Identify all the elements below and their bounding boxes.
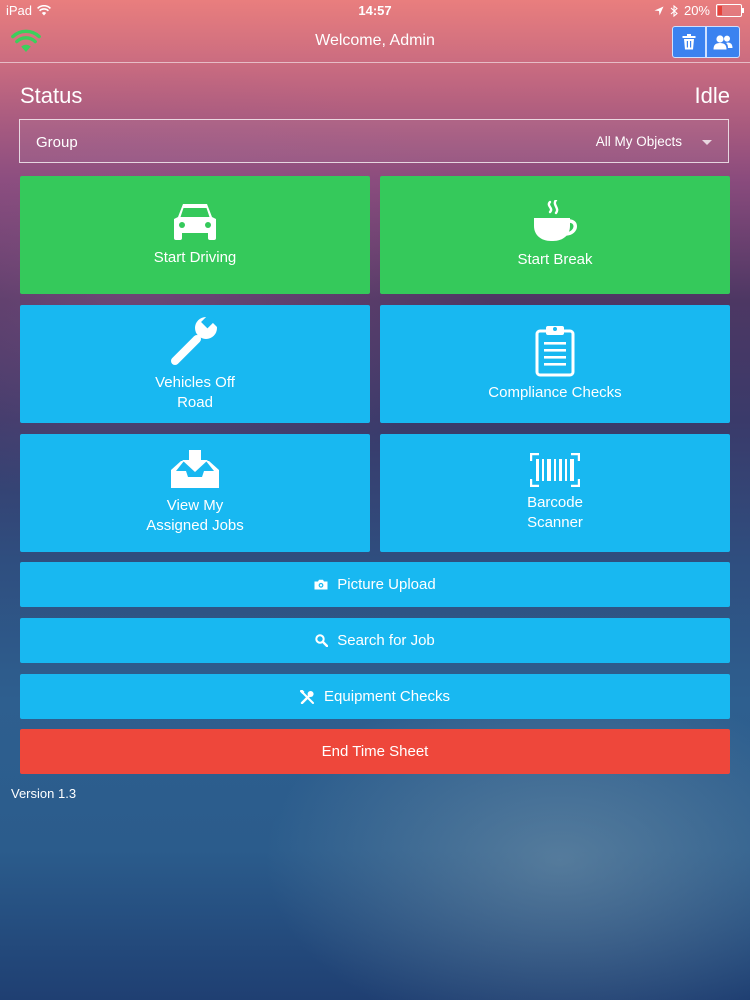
end-time-sheet-button[interactable]: End Time Sheet <box>20 729 730 774</box>
status-bar-right: 20% <box>654 3 744 18</box>
status-bar: iPad 14:57 20% <box>0 0 750 22</box>
users-button[interactable] <box>706 26 740 58</box>
tools-icon <box>300 689 315 704</box>
compliance-checks-button[interactable]: Compliance Checks <box>380 305 730 423</box>
vehicles-off-road-label-line1: Vehicles Off <box>155 374 235 391</box>
compliance-checks-label: Compliance Checks <box>488 384 622 401</box>
group-select[interactable]: Group All My Objects <box>19 119 729 163</box>
trash-icon <box>682 34 696 50</box>
wrench-icon <box>171 315 218 365</box>
clock: 14:57 <box>358 3 392 18</box>
picture-upload-label: Picture Upload <box>337 576 436 593</box>
barcode-scanner-label-line2: Scanner <box>527 514 583 531</box>
equipment-checks-button[interactable]: Equipment Checks <box>20 674 730 719</box>
picture-upload-button[interactable]: Picture Upload <box>20 562 730 607</box>
delete-button[interactable] <box>672 26 706 58</box>
barcode-icon <box>530 453 580 487</box>
version-label: Version 1.3 <box>11 786 77 801</box>
page-title: Welcome, Admin <box>315 32 435 49</box>
vehicles-off-road-label-line2: Road <box>177 394 213 411</box>
equipment-checks-label: Equipment Checks <box>324 688 450 705</box>
vehicles-off-road-button[interactable]: Vehicles Off Road <box>20 305 370 423</box>
start-break-label: Start Break <box>517 251 593 268</box>
battery-percent: 20% <box>683 3 710 18</box>
group-selected-value: All My Objects <box>595 134 682 149</box>
car-icon <box>174 204 216 240</box>
start-break-button[interactable]: Start Break <box>380 176 730 294</box>
status-label: Status <box>20 83 83 108</box>
chevron-down-icon <box>702 140 712 145</box>
end-time-sheet-label: End Time Sheet <box>321 743 429 760</box>
bluetooth-icon <box>670 4 678 17</box>
search-for-job-button[interactable]: Search for Job <box>20 618 730 663</box>
status-value: Idle <box>694 83 730 108</box>
barcode-scanner-button[interactable]: Barcode Scanner <box>380 434 730 552</box>
inbox-download-icon <box>171 450 219 488</box>
location-arrow-icon <box>654 6 664 15</box>
navbar: Welcome, Admin <box>0 22 750 63</box>
battery-icon <box>716 4 744 17</box>
group-label: Group <box>36 134 78 151</box>
users-icon <box>713 35 733 50</box>
view-assigned-jobs-button[interactable]: View My Assigned Jobs <box>20 434 370 552</box>
clipboard-icon <box>535 326 575 377</box>
coffee-icon <box>534 200 577 241</box>
start-driving-label: Start Driving <box>153 249 237 266</box>
search-icon <box>315 634 329 647</box>
search-for-job-label: Search for Job <box>337 632 435 649</box>
camera-icon <box>314 579 328 590</box>
start-driving-button[interactable]: Start Driving <box>20 176 370 294</box>
battery-level <box>718 6 722 15</box>
view-assigned-jobs-label-line1: View My <box>166 497 224 514</box>
view-assigned-jobs-label-line2: Assigned Jobs <box>146 517 244 534</box>
barcode-scanner-label-line1: Barcode <box>527 494 583 511</box>
